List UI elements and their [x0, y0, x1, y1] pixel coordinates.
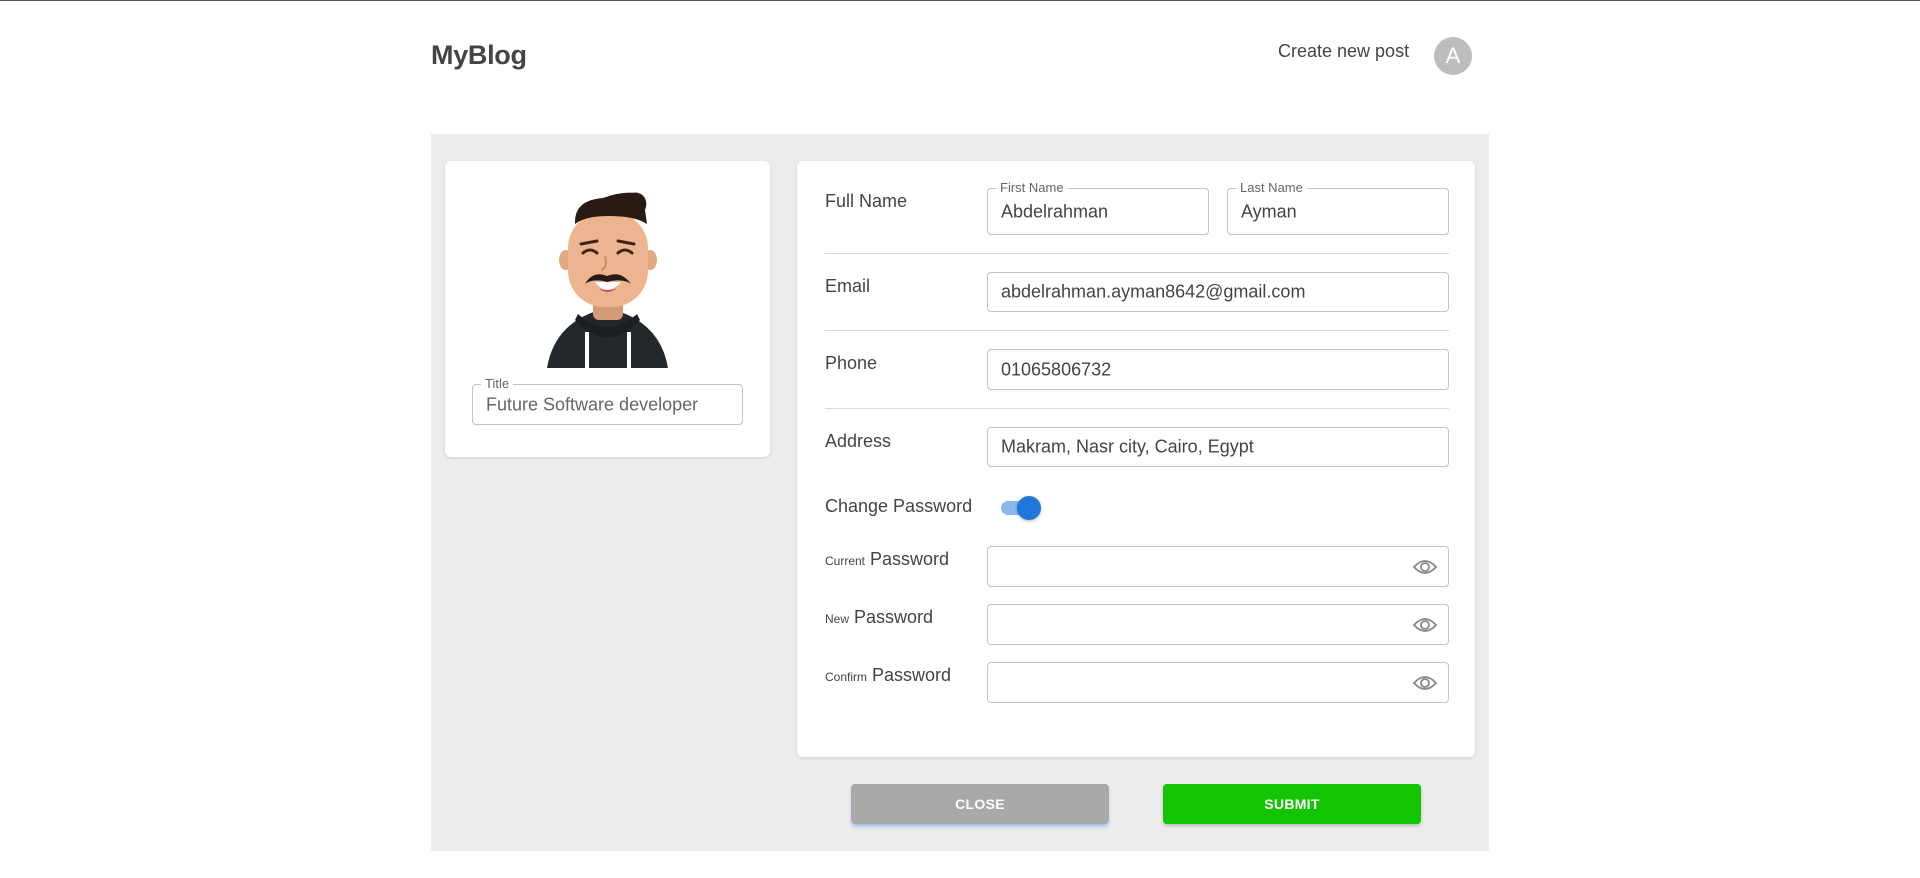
divider	[825, 330, 1449, 331]
change-password-toggle[interactable]	[1000, 494, 1044, 520]
eye-icon[interactable]	[1412, 673, 1438, 693]
confirm-password-label: Confirm Password	[825, 665, 951, 686]
first-name-value: Abdelrahman	[1001, 201, 1109, 221]
new-prefix: New	[825, 612, 850, 626]
first-name-field[interactable]: First Name Abdelrahman	[987, 181, 1209, 235]
brand-logo[interactable]: MyBlog	[431, 40, 527, 71]
top-border	[0, 0, 1920, 1]
last-name-field-label: Last Name	[1236, 181, 1307, 195]
phone-field[interactable]: 01065806732	[987, 349, 1449, 390]
password-word: Password	[872, 665, 952, 685]
eye-icon[interactable]	[1412, 557, 1438, 577]
new-password-label: New Password	[825, 607, 933, 628]
submit-button[interactable]: SUBMIT	[1163, 784, 1421, 824]
last-name-field[interactable]: Last Name Ayman	[1227, 181, 1449, 235]
full-name-label: Full Name	[825, 191, 908, 211]
current-password-input[interactable]	[987, 546, 1449, 587]
eye-icon[interactable]	[1412, 615, 1438, 635]
email-value: abdelrahman.ayman8642@gmail.com	[1001, 281, 1306, 302]
current-prefix: Current	[825, 554, 866, 568]
change-password-label: Change Password	[825, 496, 973, 516]
close-button[interactable]: CLOSE	[851, 784, 1109, 824]
email-field[interactable]: abdelrahman.ayman8642@gmail.com	[987, 272, 1449, 312]
new-password-input[interactable]	[987, 604, 1449, 645]
create-post-link[interactable]: Create new post	[1278, 41, 1409, 62]
title-field-value: Future Software developer	[486, 394, 699, 414]
toggle-thumb	[1017, 496, 1041, 520]
first-name-field-label: First Name	[996, 181, 1068, 195]
phone-value: 01065806732	[1001, 359, 1112, 379]
last-name-value: Ayman	[1241, 201, 1297, 221]
phone-label: Phone	[825, 353, 878, 373]
avatar-illustration	[547, 192, 668, 368]
password-word: Password	[870, 549, 950, 569]
divider	[825, 253, 1449, 254]
current-password-label: Current Password	[825, 549, 949, 570]
confirm-password-input[interactable]	[987, 662, 1449, 703]
divider	[825, 408, 1449, 409]
user-avatar[interactable]: A	[1434, 37, 1472, 75]
address-value: Makram, Nasr city, Cairo, Egypt	[1001, 436, 1254, 457]
password-word: Password	[854, 607, 934, 627]
confirm-prefix: Confirm	[825, 670, 868, 684]
address-field[interactable]: Makram, Nasr city, Cairo, Egypt	[987, 427, 1449, 467]
title-field-label: Title	[481, 377, 514, 391]
address-label: Address	[825, 431, 892, 451]
title-field[interactable]: Title Future Software developer	[472, 377, 743, 425]
email-label: Email	[825, 276, 871, 296]
